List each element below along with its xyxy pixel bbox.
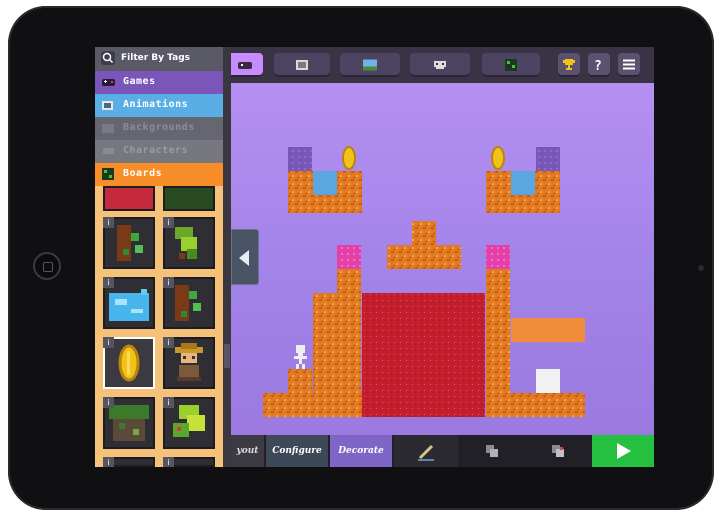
white-block: [536, 369, 560, 393]
board-tile[interactable]: i: [103, 397, 155, 449]
top-toolbar: ?: [227, 47, 654, 83]
character-icon: [103, 148, 114, 154]
gamepad-icon: [238, 62, 252, 69]
brick-step: [288, 369, 312, 393]
board-tile[interactable]: [103, 186, 155, 211]
board-tile[interactable]: i: [163, 457, 215, 467]
lava-pool: [362, 293, 485, 417]
category-label: Games: [123, 76, 156, 87]
category-characters[interactable]: Characters: [95, 140, 223, 163]
info-icon[interactable]: i: [103, 457, 114, 467]
layout-tab[interactable]: yout: [231, 435, 264, 467]
help-icon: ?: [594, 59, 602, 71]
brick-row: [412, 221, 436, 245]
board-tile[interactable]: i: [163, 277, 215, 329]
coin: [491, 146, 505, 170]
info-icon[interactable]: i: [103, 337, 114, 348]
film-icon: [102, 101, 113, 110]
info-icon[interactable]: i: [163, 337, 174, 348]
info-icon[interactable]: i: [103, 277, 114, 288]
pencil-button[interactable]: [394, 435, 458, 467]
coin: [342, 146, 356, 170]
camera-dot: [698, 265, 704, 271]
board-tile[interactable]: i: [103, 457, 155, 467]
filter-label: Filter By Tags: [121, 53, 191, 63]
info-icon[interactable]: i: [103, 397, 114, 408]
menu-button[interactable]: [618, 53, 640, 77]
gamepad-icon: [102, 79, 115, 86]
pink-block: [486, 245, 510, 269]
film-icon: [296, 60, 308, 70]
boards-tab-button[interactable]: [482, 53, 540, 77]
collapse-panel-button[interactable]: [231, 229, 259, 285]
characters-tab-button[interactable]: [410, 53, 470, 77]
coin-tile[interactable]: i: [103, 337, 155, 389]
landscape-icon: [102, 124, 114, 133]
board-icon: [505, 59, 517, 71]
layers-red-icon: [552, 445, 564, 457]
paste-layer-button[interactable]: [526, 435, 590, 467]
animations-tab-button[interactable]: [274, 53, 330, 77]
level-scene: [263, 146, 585, 417]
board-tile[interactable]: [163, 186, 215, 211]
category-boards[interactable]: Boards: [95, 163, 223, 186]
pink-block: [337, 245, 361, 269]
category-label: Animations: [123, 99, 189, 110]
info-icon[interactable]: i: [163, 217, 174, 228]
layers-icon: [486, 445, 498, 457]
configure-tab[interactable]: Configure: [266, 435, 328, 467]
menu-icon: [623, 59, 635, 70]
board-tile[interactable]: i: [163, 217, 215, 269]
filter-by-tags-bar[interactable]: Filter By Tags: [95, 47, 223, 71]
brick-column: [486, 269, 510, 293]
copy-layer-button[interactable]: [460, 435, 524, 467]
games-tab-button[interactable]: [227, 53, 263, 77]
home-button[interactable]: [33, 252, 61, 280]
landscape-icon: [363, 59, 377, 71]
category-label: Characters: [123, 145, 189, 156]
character-icon: [434, 61, 446, 69]
board-icon: [102, 168, 114, 180]
pencil-icon: [418, 444, 434, 461]
brick-wall: [313, 293, 361, 393]
panel-divider: [223, 47, 231, 467]
category-label: Backgrounds: [123, 122, 195, 133]
info-icon[interactable]: i: [163, 457, 174, 467]
board-tile[interactable]: i: [103, 217, 155, 269]
category-label: Boards: [123, 168, 163, 179]
play-button[interactable]: [592, 435, 654, 467]
info-icon[interactable]: i: [163, 397, 174, 408]
water-block: [313, 171, 337, 195]
board-tile[interactable]: i: [103, 277, 155, 329]
brick-row: [387, 245, 461, 269]
asset-panel: Filter By Tags Games Animations Backgrou…: [95, 47, 223, 467]
category-games[interactable]: Games: [95, 71, 223, 94]
purple-block: [288, 147, 312, 171]
info-icon[interactable]: i: [163, 277, 174, 288]
decorate-tab[interactable]: Decorate: [330, 435, 392, 467]
brick-column: [337, 269, 361, 293]
level-canvas[interactable]: [231, 83, 654, 435]
bottom-bar: yout Configure Decorate: [231, 435, 654, 467]
orange-ledge: [511, 318, 585, 342]
brick-floor: [486, 393, 585, 417]
brick-wall: [486, 293, 510, 393]
category-animations[interactable]: Animations: [95, 94, 223, 117]
app-screen: ? Filter By Tags Games Animations Backgr…: [95, 47, 654, 467]
info-icon[interactable]: i: [103, 217, 114, 228]
search-icon: [101, 51, 115, 65]
purple-block: [536, 147, 560, 171]
skeleton-character: [294, 345, 307, 369]
water-block: [511, 171, 535, 195]
board-tile[interactable]: i: [163, 397, 215, 449]
backgrounds-tab-button[interactable]: [340, 53, 400, 77]
help-button[interactable]: ?: [588, 53, 610, 77]
trophy-icon: [563, 59, 575, 70]
category-backgrounds[interactable]: Backgrounds: [95, 117, 223, 140]
svg-text:?: ?: [594, 59, 602, 71]
brick-floor: [263, 393, 362, 417]
character-tile[interactable]: i: [163, 337, 215, 389]
panel-scrollbar[interactable]: [224, 344, 230, 368]
trophy-button[interactable]: [558, 53, 580, 77]
